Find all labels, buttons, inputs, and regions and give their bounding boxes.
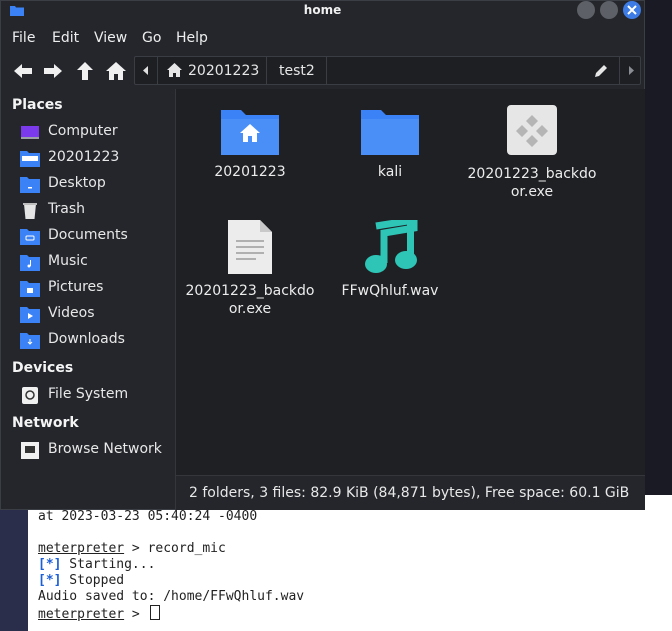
pencil-icon[interactable]: [593, 63, 609, 79]
text-file-icon: [228, 220, 272, 274]
file-item[interactable]: 20201223_backdoor.exe: [466, 105, 598, 201]
file-item[interactable]: 20201223: [184, 107, 316, 181]
sidebar-item-label: 20201223: [48, 149, 120, 165]
computer-icon: [21, 126, 39, 139]
terminal-output: >: [124, 607, 148, 622]
titlebar[interactable]: home: [1, 1, 644, 21]
sidebar-item-documents[interactable]: Documents: [20, 225, 170, 249]
home-folder-icon: [221, 110, 279, 155]
path-scroll-left-icon[interactable]: [135, 57, 158, 84]
sidebar-item-browse-network[interactable]: Browse Network: [20, 439, 170, 463]
menu-go[interactable]: Go: [142, 30, 161, 46]
terminal-prompt: meterpreter: [38, 607, 125, 622]
sidebar-item-music[interactable]: Music: [20, 251, 170, 275]
folder-icon: [361, 110, 419, 155]
terminal-line: meterpreter >: [38, 605, 672, 622]
sidebar-item-label: File System: [48, 386, 129, 402]
file-name: 20201223_backdoor.exe: [185, 283, 315, 317]
menu-edit[interactable]: Edit: [52, 30, 79, 46]
sidebar-item-computer[interactable]: Computer: [20, 121, 170, 145]
sidebar-item-trash[interactable]: Trash: [20, 199, 170, 223]
sidebar-item-20201223[interactable]: 20201223: [20, 147, 170, 171]
places-header: Places: [12, 97, 63, 113]
close-icon: [627, 5, 637, 15]
sidebar-item-label: Documents: [48, 227, 128, 243]
file-item[interactable]: FFwQhluf.wav: [324, 220, 456, 300]
file-name: FFwQhluf.wav: [341, 283, 439, 299]
file-name: 20201223: [214, 164, 286, 180]
sidebar-item-label: Downloads: [48, 331, 125, 347]
path-scroll-right-icon[interactable]: [619, 57, 642, 84]
sidebar-item-label: Desktop: [48, 175, 106, 191]
file-manager-window: home File Edit View Go Help 20201223 tes…: [0, 0, 645, 510]
terminal-output: Stopped: [61, 573, 125, 588]
terminal-prompt: meterpreter: [38, 541, 125, 556]
sidebar-item-label: Pictures: [48, 279, 104, 295]
menubar: File Edit View Go Help: [1, 27, 644, 51]
file-name: 20201223_backdoor.exe: [467, 166, 597, 200]
documents-folder-icon: [20, 229, 40, 245]
path-segment-home[interactable]: 20201223: [157, 57, 267, 84]
downloads-folder-icon: [20, 333, 40, 349]
window-title: home: [303, 3, 342, 17]
file-view[interactable]: 20201223 kali 20201223_backdoor.exe 2020…: [175, 89, 645, 475]
maximize-button[interactable]: [600, 1, 618, 19]
path-bar: 20201223 test2: [134, 56, 641, 85]
file-item[interactable]: 20201223_backdoor.exe: [184, 220, 316, 318]
terminal-cursor: [149, 605, 160, 620]
status-bar: 2 folders, 3 files: 82.9 KiB (84,871 byt…: [175, 475, 645, 510]
up-arrow-icon[interactable]: [74, 61, 96, 81]
audio-file-icon: [365, 220, 418, 273]
terminal-tag: [*]: [38, 557, 62, 572]
sidebar-item-label: Music: [48, 253, 88, 269]
home-folder-icon: [20, 151, 40, 167]
desktop-background: [0, 495, 28, 631]
trash-icon: [23, 203, 37, 219]
home-icon[interactable]: [105, 61, 127, 81]
sidebar-item-downloads[interactable]: Downloads: [20, 329, 170, 353]
network-header: Network: [12, 415, 79, 431]
sidebar-item-desktop[interactable]: Desktop: [20, 173, 170, 197]
path-segment-label: test2: [279, 63, 315, 79]
minimize-button[interactable]: [577, 1, 595, 19]
network-icon: [21, 442, 39, 459]
music-folder-icon: [20, 255, 40, 271]
terminal-window[interactable]: at 2023-03-23 05:40:24 -0400 meterpreter…: [28, 495, 672, 631]
path-segment-test2[interactable]: test2: [267, 57, 327, 84]
sidebar-item-file-system[interactable]: File System: [20, 384, 170, 408]
executable-icon: [507, 105, 557, 155]
menu-help[interactable]: Help: [176, 30, 208, 46]
desktop-folder-icon: [20, 177, 40, 193]
status-text: 2 folders, 3 files: 82.9 KiB (84,871 byt…: [189, 485, 630, 501]
drive-icon: [22, 387, 38, 404]
sidebar-item-label: Trash: [48, 201, 85, 217]
devices-header: Devices: [12, 360, 74, 376]
sidebar-item-pictures[interactable]: Pictures: [20, 277, 170, 301]
terminal-command: > record_mic: [124, 541, 226, 556]
sidebar-item-label: Computer: [48, 123, 118, 139]
back-arrow-icon[interactable]: [12, 61, 34, 81]
menu-view[interactable]: View: [94, 30, 127, 46]
pictures-folder-icon: [20, 281, 40, 297]
sidebar: Places Computer 20201223 Desktop Trash D…: [1, 89, 174, 509]
sidebar-item-label: Videos: [48, 305, 95, 321]
path-segment-label: 20201223: [188, 63, 260, 79]
forward-arrow-icon[interactable]: [42, 61, 64, 81]
terminal-line: [*] Starting...: [38, 557, 672, 573]
terminal-line: [*] Stopped: [38, 573, 672, 589]
videos-folder-icon: [20, 307, 40, 323]
terminal-line: meterpreter > record_mic: [38, 541, 672, 557]
menu-file[interactable]: File: [12, 30, 35, 46]
terminal-output: Starting...: [61, 557, 156, 572]
close-button[interactable]: [623, 1, 641, 19]
sidebar-item-label: Browse Network: [48, 441, 162, 457]
file-item[interactable]: kali: [324, 107, 456, 181]
terminal-line: at 2023-03-23 05:40:24 -0400: [38, 509, 258, 524]
terminal-line: Audio saved to: /home/FFwQhluf.wav: [38, 589, 305, 604]
file-name: kali: [377, 164, 403, 180]
sidebar-item-videos[interactable]: Videos: [20, 303, 170, 327]
home-icon: [167, 63, 182, 77]
terminal-tag: [*]: [38, 573, 62, 588]
